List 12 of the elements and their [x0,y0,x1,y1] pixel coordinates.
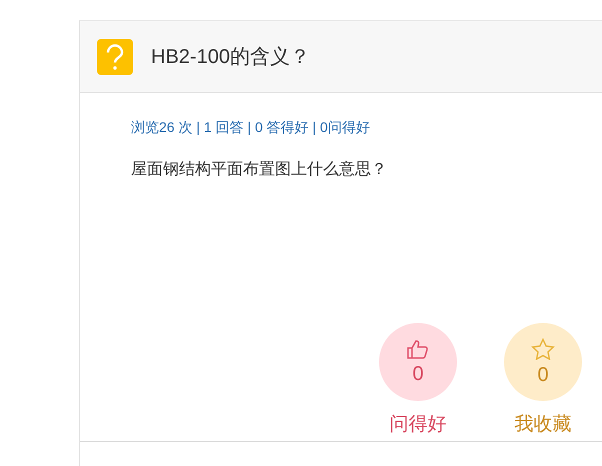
question-text: 屋面钢结构平面布置图上什么意思？ [131,160,388,180]
favorite-button[interactable]: 0 [504,323,582,401]
count: 0 [412,362,424,386]
action-label: 问得好 [390,413,446,437]
question-mark-icon [97,38,133,74]
question-title: HB2-100的含义？ [151,45,310,70]
like-button[interactable]: 0 [379,323,457,401]
action-label: 我收藏 [514,413,572,437]
count: 0 [537,364,549,386]
thumbs-up-icon [407,338,429,358]
star-icon [531,338,555,360]
question-stats: 浏览26 次 | 1 回答 | 0 答得好 | 0问得好 [131,119,371,137]
